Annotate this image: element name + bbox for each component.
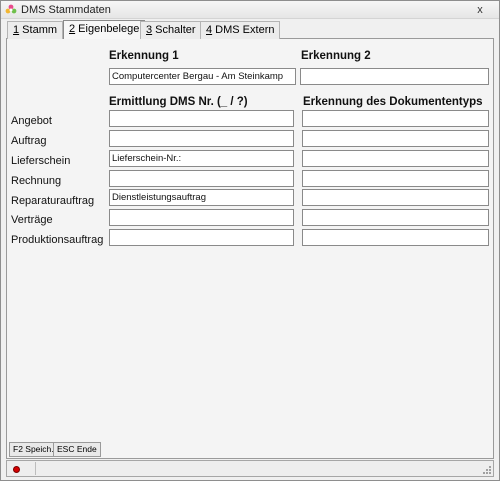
row-label-reparaturauftrag: Reparaturauftrag xyxy=(11,195,95,207)
status-bar xyxy=(6,460,494,477)
row-label-vertraege: Verträge xyxy=(11,214,53,226)
dms-nr-input-auftrag[interactable] xyxy=(109,130,294,147)
flower-app-icon xyxy=(5,4,17,14)
doktyp-input-auftrag[interactable] xyxy=(302,130,489,147)
dms-nr-input-rechnung[interactable] xyxy=(109,170,294,187)
header-erkennung-2: Erkennung 2 xyxy=(301,50,371,62)
dms-nr-input-reparaturauftrag[interactable]: Dienstleistungsauftrag xyxy=(109,189,294,206)
status-indicator-cell xyxy=(8,462,36,475)
dms-stammdaten-window: DMS Stammdaten x 1 Stamm 2 Eigenbelege 3… xyxy=(0,0,500,481)
tab-label: Schalter xyxy=(152,24,196,36)
row-label-rechnung: Rechnung xyxy=(11,175,62,187)
dms-nr-input-vertraege[interactable] xyxy=(109,209,294,226)
exit-button[interactable]: ESC Ende xyxy=(53,442,101,457)
tab-label: Eigenbelege xyxy=(75,23,140,35)
window-title: DMS Stammdaten xyxy=(21,4,111,16)
row-label-angebot: Angebot xyxy=(11,115,52,127)
doktyp-input-produktionsauftrag[interactable] xyxy=(302,229,489,246)
row-label-auftrag: Auftrag xyxy=(11,135,47,147)
header-erkennung-dokumententyp: Erkennung des Dokumententyps xyxy=(303,96,483,108)
tab-label: Stamm xyxy=(19,24,58,36)
tab-eigenbelege[interactable]: 2 Eigenbelege xyxy=(63,20,146,40)
doktyp-input-angebot[interactable] xyxy=(302,110,489,127)
red-dot-icon xyxy=(13,466,20,473)
resize-grip-icon[interactable] xyxy=(482,465,492,475)
tab-schalter[interactable]: 3 Schalter xyxy=(140,21,202,39)
dms-nr-input-lieferschein[interactable]: Lieferschein-Nr.: xyxy=(109,150,294,167)
tab-bar: 1 Stamm 2 Eigenbelege 3 Schalter 4 DMS E… xyxy=(6,20,494,40)
close-button[interactable]: x xyxy=(466,3,494,17)
dms-nr-input-angebot[interactable] xyxy=(109,110,294,127)
header-ermittlung-dms-nr: Ermittlung DMS Nr. (_ / ?) xyxy=(109,96,248,108)
tab-panel-eigenbelege: Erkennung 1 Erkennung 2 Computercenter B… xyxy=(6,39,494,459)
save-button[interactable]: F2 Speich. xyxy=(9,442,58,457)
doktyp-input-vertraege[interactable] xyxy=(302,209,489,226)
close-icon: x xyxy=(477,4,483,16)
erkennung-1-input[interactable]: Computercenter Bergau - Am Steinkamp xyxy=(109,68,296,85)
row-label-produktionsauftrag: Produktionsauftrag xyxy=(11,234,104,246)
title-bar[interactable]: DMS Stammdaten x xyxy=(1,1,499,19)
dms-nr-input-produktionsauftrag[interactable] xyxy=(109,229,294,246)
tab-stamm[interactable]: 1 Stamm xyxy=(7,21,64,39)
doktyp-input-rechnung[interactable] xyxy=(302,170,489,187)
row-label-lieferschein: Lieferschein xyxy=(11,155,71,167)
erkennung-2-input[interactable] xyxy=(300,68,489,85)
header-erkennung-1: Erkennung 1 xyxy=(109,50,179,62)
tab-label: DMS Extern xyxy=(212,24,275,36)
doktyp-input-lieferschein[interactable] xyxy=(302,150,489,167)
doktyp-input-reparaturauftrag[interactable] xyxy=(302,189,489,206)
tab-dms-extern[interactable]: 4 DMS Extern xyxy=(200,21,281,39)
